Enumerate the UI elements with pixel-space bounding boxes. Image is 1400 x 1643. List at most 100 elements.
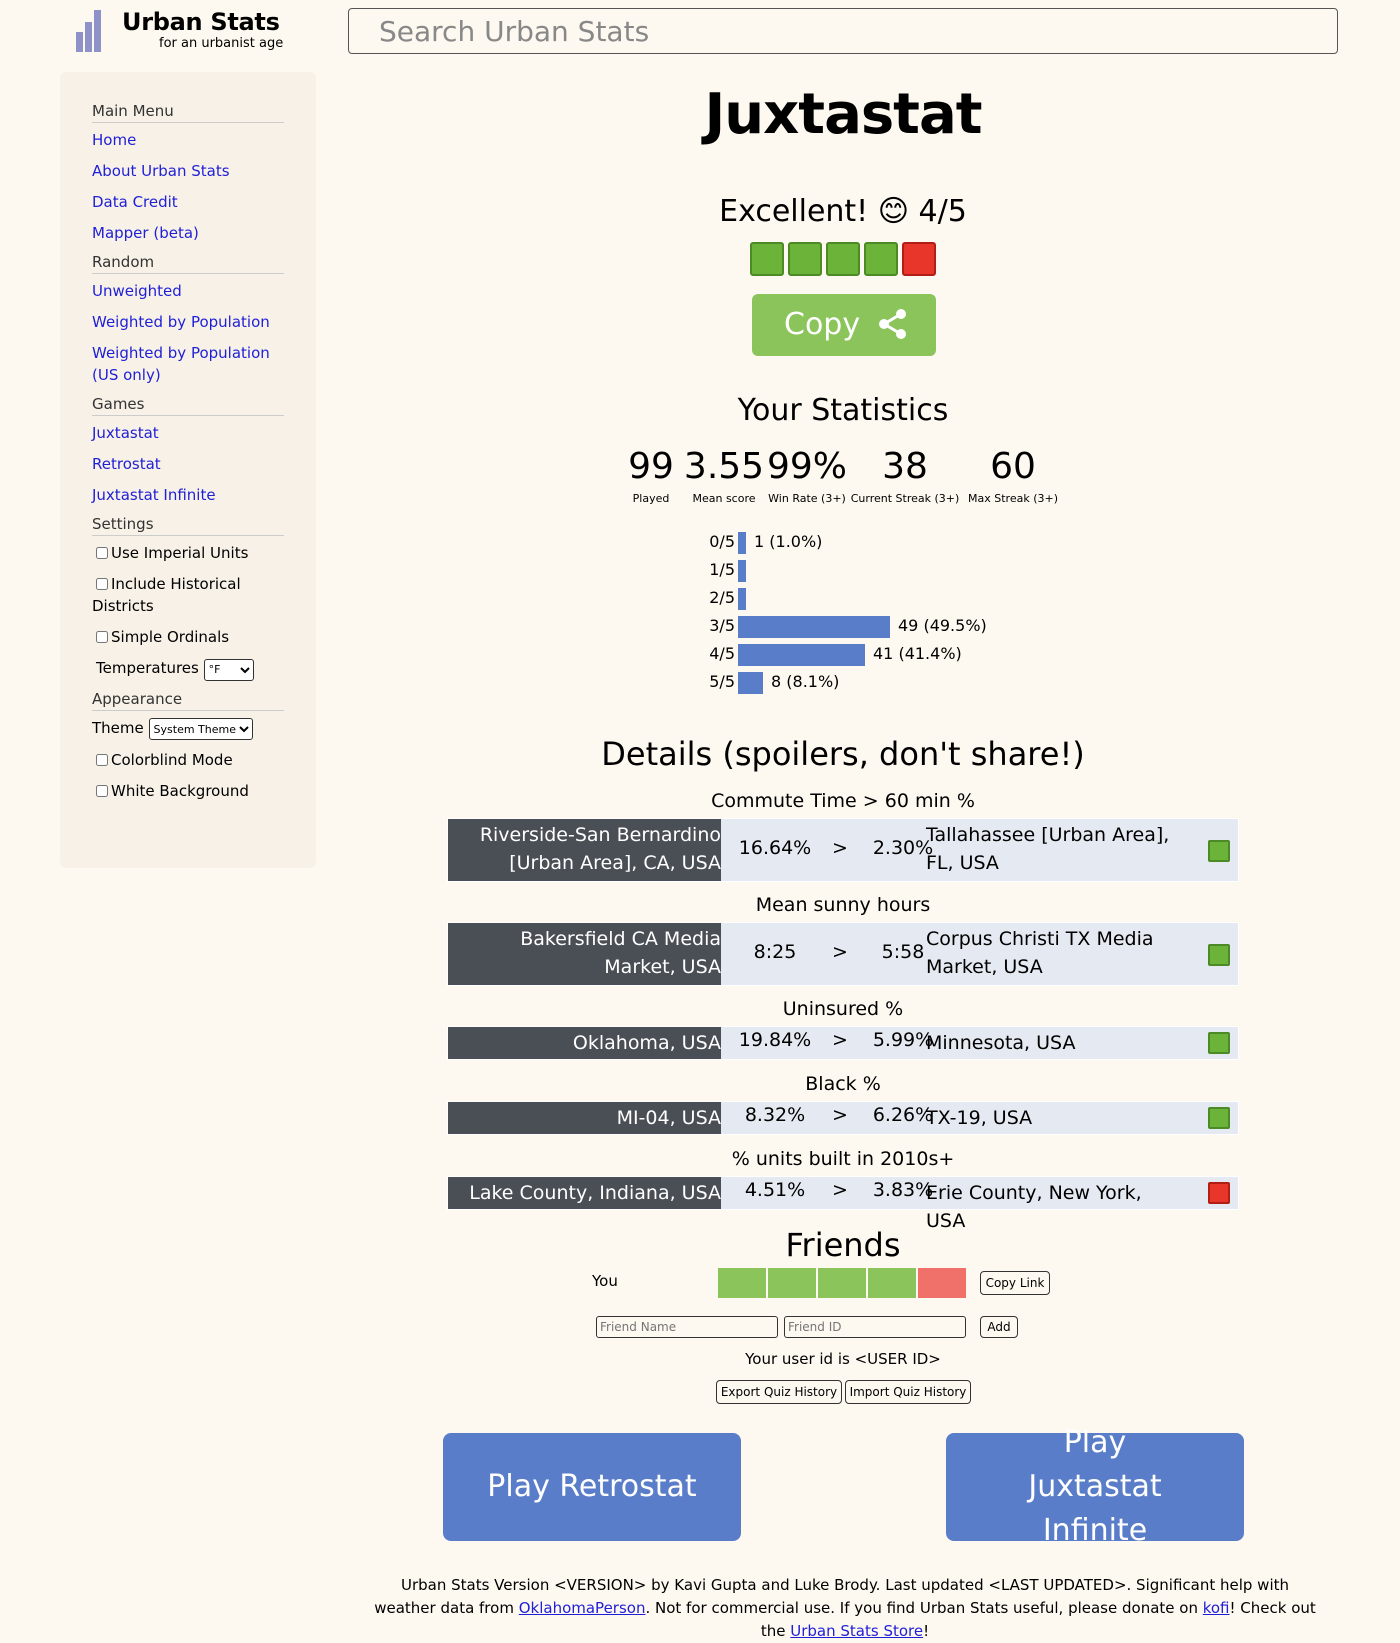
temperatures-label: Temperatures <box>96 659 199 677</box>
histogram-bar <box>738 588 746 610</box>
details-title: Details (spoilers, don't share!) <box>601 735 1085 773</box>
question-row: Lake County, Indiana, USA 4.51% > 3.83% … <box>447 1176 1239 1232</box>
question-left-region[interactable]: Riverside-San Bernardino [Urban Area], C… <box>448 819 721 881</box>
result-square-1 <box>750 242 784 276</box>
question-row: Bakersfield CA Media Market, USA 8:25 > … <box>447 922 1239 986</box>
simple-ordinals-checkbox[interactable] <box>96 631 108 643</box>
copy-link-button[interactable]: Copy Link <box>980 1271 1050 1295</box>
footer: Urban Stats Version <VERSION> by Kavi Gu… <box>370 1574 1320 1643</box>
sidebar-item-data-credit[interactable]: Data Credit <box>92 193 178 211</box>
sidebar-item-mapper[interactable]: Mapper (beta) <box>92 224 199 242</box>
stat-current-streak-value: 38 <box>882 446 928 487</box>
white-background-label: White Background <box>111 782 249 800</box>
stat-win-rate: 99% Win Rate (3+) <box>762 446 852 505</box>
question-right-region[interactable]: TX-19, USA <box>924 1104 1186 1132</box>
stat-current-streak: 38 Current Streak (3+) <box>850 446 960 505</box>
question-left-region[interactable]: Oklahoma, USA <box>448 1027 721 1059</box>
footer-link-oklahomaperson[interactable]: OklahomaPerson <box>519 1599 646 1617</box>
colorblind-checkbox[interactable] <box>96 754 108 766</box>
question-result-marker <box>1208 1107 1230 1129</box>
section-games: Games <box>92 395 284 416</box>
stat-played: 99 Played <box>616 446 686 505</box>
stat-mean-score: 3.55 Mean score <box>682 446 766 505</box>
question-comparator: > <box>832 1029 848 1051</box>
histogram-row-label: 5/5 <box>709 672 735 691</box>
historical-districts-checkbox[interactable] <box>96 578 108 590</box>
question-left-region[interactable]: Bakersfield CA Media Market, USA <box>448 923 721 985</box>
question-comparator: > <box>832 1104 848 1126</box>
question-row: MI-04, USA 8.32% > 6.26% TX-19, USA <box>447 1101 1239 1135</box>
question-right-region[interactable]: Tallahassee [Urban Area], FL, USA <box>924 821 1186 877</box>
add-friend-button[interactable]: Add <box>980 1316 1018 1338</box>
histogram-value: 49 (49.5%) <box>898 616 987 635</box>
sidebar-item-retrostat[interactable]: Retrostat <box>92 455 161 473</box>
simple-ordinals-label: Simple Ordinals <box>111 628 230 646</box>
setting-simple-ordinals: Simple Ordinals <box>92 626 284 648</box>
historical-districts-label: Include Historical Districts <box>92 575 241 615</box>
friend-result-square <box>868 1268 916 1298</box>
sidebar-item-weighted-population-us[interactable]: Weighted by Population (US only) <box>92 344 270 384</box>
result-summary: Excellent! 😊 4/5 <box>719 194 967 229</box>
histogram-bar <box>738 672 763 694</box>
question-left-region[interactable]: Lake County, Indiana, USA <box>448 1177 721 1209</box>
search-input[interactable] <box>348 8 1338 54</box>
urban-stats-logo-icon[interactable] <box>76 8 106 52</box>
play-retrostat-button[interactable]: Play Retrostat <box>443 1433 741 1541</box>
question-comparator: > <box>832 941 848 963</box>
friend-id-input[interactable] <box>784 1316 966 1338</box>
question-right-region[interactable]: Minnesota, USA <box>924 1029 1186 1057</box>
stat-win-rate-label: Win Rate (3+) <box>768 492 846 505</box>
question-left-value: 4.51% <box>744 1179 806 1201</box>
histogram-bar <box>738 644 865 666</box>
footer-link-kofi[interactable]: kofi <box>1203 1599 1230 1617</box>
setting-theme: Theme System Theme <box>92 717 284 740</box>
friend-result-square <box>768 1268 816 1298</box>
stat-played-value: 99 <box>628 446 674 487</box>
footer-text-2: . Not for commercial use. If you find Ur… <box>645 1599 1203 1617</box>
histogram-row-label: 0/5 <box>709 532 735 551</box>
play-juxtastat-infinite-button[interactable]: Play Juxtastat Infinite <box>946 1425 1244 1548</box>
sidebar-item-weighted-population[interactable]: Weighted by Population <box>92 313 270 331</box>
histogram-bar <box>738 560 746 582</box>
question-result-marker <box>1208 944 1230 966</box>
copy-button[interactable]: Copy <box>752 294 936 356</box>
question-left-region[interactable]: MI-04, USA <box>448 1102 721 1134</box>
theme-select[interactable]: System Theme <box>148 718 253 740</box>
question-left-value: 8.32% <box>744 1104 806 1126</box>
sidebar-item-juxtastat[interactable]: Juxtastat <box>92 424 159 442</box>
friend-you-label: You <box>592 1272 618 1290</box>
sidebar-item-juxtastat-infinite[interactable]: Juxtastat Infinite <box>92 486 216 504</box>
question-result-marker <box>1208 1182 1230 1204</box>
imperial-units-checkbox[interactable] <box>96 547 108 559</box>
friend-name-input[interactable] <box>596 1316 778 1338</box>
histogram-bar <box>738 616 890 638</box>
footer-text-4: ! <box>923 1622 930 1640</box>
sidebar-item-home[interactable]: Home <box>92 131 136 149</box>
white-background-checkbox[interactable] <box>96 785 108 797</box>
stat-played-label: Played <box>632 492 670 505</box>
sidebar-item-about[interactable]: About Urban Stats <box>92 162 230 180</box>
temperatures-select[interactable]: °F <box>203 658 254 681</box>
question-left-value: 8:25 <box>753 941 797 963</box>
histogram-value: 8 (8.1%) <box>771 672 840 691</box>
question-stat-label: % units built in 2010s+ <box>731 1148 955 1170</box>
footer-link-store[interactable]: Urban Stats Store <box>790 1622 923 1640</box>
export-quiz-history-button[interactable]: Export Quiz History <box>716 1380 842 1404</box>
setting-white-background: White Background <box>92 780 284 802</box>
section-random: Random <box>92 253 284 274</box>
theme-label: Theme <box>92 718 144 737</box>
question-left-value: 19.84% <box>738 1029 812 1051</box>
stat-max-streak-value: 60 <box>990 446 1036 487</box>
share-icon <box>879 309 906 339</box>
sidebar-item-unweighted[interactable]: Unweighted <box>92 282 182 300</box>
stat-win-rate-value: 99% <box>766 446 847 487</box>
page-title: Juxtastat <box>704 82 982 147</box>
import-quiz-history-button[interactable]: Import Quiz History <box>845 1380 971 1404</box>
friends-title: Friends <box>785 1226 901 1264</box>
question-right-region[interactable]: Corpus Christi TX Media Market, USA <box>924 925 1186 981</box>
question-comparator: > <box>832 837 848 859</box>
question-stat-label: Uninsured % <box>782 998 904 1020</box>
stat-max-streak: 60 Max Streak (3+) <box>958 446 1068 505</box>
histogram-row-label: 2/5 <box>709 588 735 607</box>
logo-title[interactable]: Urban Stats <box>122 8 280 36</box>
